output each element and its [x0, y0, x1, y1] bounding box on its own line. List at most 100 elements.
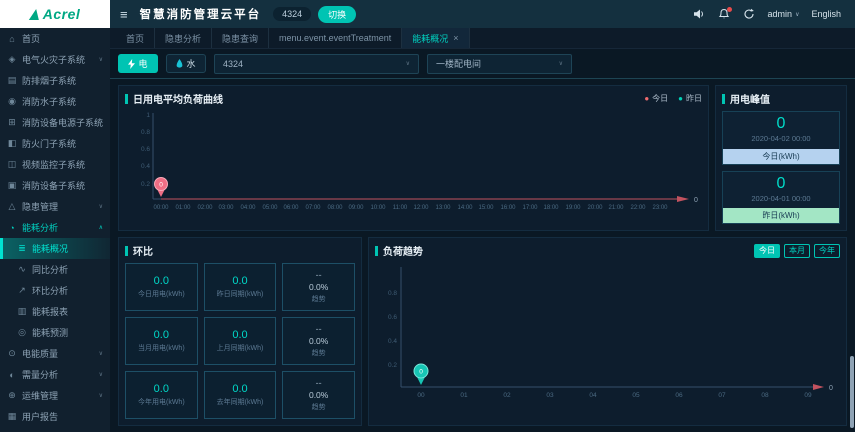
tab-home[interactable]: 首页 [116, 28, 156, 48]
sidebar-item-fire-device[interactable]: ▣ 消防设备子系统 [0, 175, 110, 196]
project-select[interactable]: 4324 ∨ [214, 53, 419, 74]
electric-toggle-button[interactable]: 电 [118, 54, 158, 73]
svg-text:0: 0 [159, 182, 163, 189]
sidebar-item-yoy-analysis[interactable]: ∿ 同比分析 [0, 259, 110, 280]
collapse-menu-icon[interactable]: ≡ [120, 7, 128, 22]
chevron-down-icon: ∨ [98, 204, 103, 210]
ratio-cell-today: 0.0 今日用电(kWh) [125, 263, 198, 311]
legend-yesterday[interactable]: ● 昨日 [678, 93, 702, 104]
peak-bar-today: 今日(kWh) [723, 148, 839, 164]
peak-time-yesterday: 2020-04-01 00:00 [751, 193, 811, 203]
svg-text:0.2: 0.2 [388, 362, 397, 369]
tab-event-treatment[interactable]: menu.event.eventTreatment [269, 28, 403, 48]
filter-toolbar: 电 水 4324 ∨ 一楼配电间 ∨ [110, 49, 855, 79]
tab-energy-overview[interactable]: 能耗概况 × [402, 28, 470, 48]
room-select[interactable]: 一楼配电间 ∨ [427, 53, 572, 74]
range-year-button[interactable]: 今年 [814, 243, 840, 258]
svg-text:00: 00 [417, 392, 425, 399]
svg-text:19:00: 19:00 [565, 205, 581, 211]
energy-report-icon: ▥ [17, 306, 27, 316]
chart-legend: ● 今日 ● 昨日 [644, 93, 702, 104]
sidebar-item-video-monitor[interactable]: ◫ 视频监控子系统 [0, 154, 110, 175]
user-menu[interactable]: admin ∨ [768, 9, 800, 19]
peak-value-yesterday: 0 [776, 174, 786, 192]
sidebar-item-home[interactable]: ⌂ 首页 [0, 28, 110, 49]
energy-overview-icon: ≣ [18, 243, 26, 253]
range-month-button[interactable]: 本月 [784, 243, 810, 258]
water-toggle-button[interactable]: 水 [166, 54, 206, 73]
svg-text:03: 03 [546, 392, 554, 399]
volume-icon[interactable] [693, 8, 706, 21]
sidebar-item-energy-report[interactable]: ▥ 能耗报表 [0, 301, 110, 322]
ratio-cell-last-year: 0.0 去年同期(kWh) [203, 371, 277, 419]
svg-text:12:00: 12:00 [413, 205, 429, 211]
sidebar-item-energy-forecast[interactable]: ◎ 能耗预测 [0, 322, 110, 343]
sidebar-item-demand-analysis[interactable]: ◐ 需量分析 ∨ [0, 364, 110, 385]
video-monitor-icon: ◫ [7, 159, 17, 169]
range-today-button[interactable]: 今日 [754, 243, 780, 258]
user-caret-icon: ∨ [795, 11, 800, 18]
sidebar-item-power-quality[interactable]: ⊙ 电能质量 ∨ [0, 343, 110, 364]
legend-dot-icon: ● [678, 93, 683, 103]
language-switch[interactable]: English [811, 9, 841, 19]
svg-text:16:00: 16:00 [500, 205, 516, 211]
demand-analysis-icon: ◐ [9, 369, 15, 380]
fire-device-icon: ▣ [7, 180, 17, 190]
peak-card-today: 0 2020-04-02 00:00 今日(kWh) [722, 111, 840, 165]
axis-arrow-icon [813, 384, 824, 390]
vertical-scrollbar-thumb[interactable] [850, 356, 854, 428]
svg-text:20:00: 20:00 [587, 205, 603, 211]
svg-text:15:00: 15:00 [478, 205, 494, 211]
ratio-cell-month-trend: -- 0.0% 趋势 [282, 317, 355, 365]
notification-bell-icon[interactable] [718, 6, 732, 21]
peak-time-today: 2020-04-02 00:00 [751, 134, 811, 143]
sidebar-item-device-power[interactable]: ⊞ 消防设备电源子系统 [0, 112, 110, 133]
peak-usage-title: 用电峰值 [730, 95, 770, 106]
smoke-control-icon: ▤ [7, 75, 17, 85]
sidebar-item-energy-overview[interactable]: ≣ 能耗概况 [0, 238, 110, 259]
chevron-down-icon: ∨ [98, 393, 103, 399]
refresh-icon[interactable] [743, 8, 756, 21]
notification-dot [726, 6, 732, 12]
user-report-icon: ▦ [7, 411, 17, 421]
acrel-logo: Acrel [0, 0, 110, 28]
ratio-cell-yesterday: 0.0 昨日同期(kWh) [203, 263, 277, 311]
peak-usage-panel: 用电峰值 0 2020-04-02 00:00 今日(kWh) 0 2020-0… [715, 85, 847, 231]
acrel-logo-icon [28, 8, 41, 20]
page-title: 智慧消防管理云平台 [139, 9, 262, 21]
svg-text:05: 05 [632, 392, 640, 399]
sidebar-item-electric-fire[interactable]: ◈ 电气火灾子系统 ∨ [0, 49, 110, 70]
close-icon[interactable]: × [453, 33, 458, 43]
switch-project-button[interactable]: 切换 [318, 5, 357, 23]
svg-text:18:00: 18:00 [543, 205, 559, 211]
svg-text:06: 06 [675, 392, 683, 399]
svg-text:11:00: 11:00 [393, 205, 408, 211]
mom-analysis-icon: ↗ [18, 285, 26, 295]
svg-text:04:00: 04:00 [240, 205, 256, 211]
sidebar-item-energy-analysis[interactable]: ◔ 能耗分析 ∧ [0, 217, 110, 238]
trend-marker-pin: 0 [413, 363, 429, 385]
sidebar-item-mom-analysis[interactable]: ↗ 环比分析 [0, 280, 110, 301]
sidebar-item-ops-mgmt[interactable]: ⊕ 运维管理 ∨ [0, 385, 110, 406]
sidebar-item-hazard-mgmt[interactable]: △ 隐患管理 ∨ [0, 196, 110, 217]
peak-card-yesterday: 0 2020-04-01 00:00 昨日(kWh) [722, 170, 840, 224]
sidebar-item-user-report[interactable]: ▦ 用户报告 [0, 406, 110, 427]
svg-text:0.6: 0.6 [388, 314, 397, 321]
chevron-down-icon: ∨ [98, 372, 103, 378]
svg-text:23:00: 23:00 [652, 205, 668, 211]
svg-text:07:00: 07:00 [305, 205, 321, 211]
tab-hazard-analysis[interactable]: 隐患分析 [155, 28, 213, 48]
yoy-analysis-icon: ∿ [18, 264, 26, 274]
sidebar-item-fire-door[interactable]: ◧ 防火门子系统 [0, 133, 110, 154]
peak-value-today: 0 [776, 115, 786, 132]
energy-analysis-icon: ◔ [9, 222, 15, 233]
content-area: 日用电平均负荷曲线 ● 今日 ● 昨日 0 0.2 0.4 0.6 0.8 1 … [110, 79, 855, 432]
home-icon: ⌂ [9, 33, 15, 44]
legend-today[interactable]: ● 今日 [644, 93, 668, 104]
device-power-icon: ⊞ [8, 117, 16, 127]
sidebar-item-smoke-control[interactable]: ▤ 防排烟子系统 [0, 70, 110, 91]
project-badge: 4324 [273, 7, 312, 21]
tab-hazard-query[interactable]: 隐患查询 [212, 28, 270, 48]
main-area: 首页 隐患分析 隐患查询 menu.event.eventTreatment 能… [110, 28, 855, 432]
sidebar-item-fire-water[interactable]: ◉ 消防水子系统 [0, 91, 110, 112]
